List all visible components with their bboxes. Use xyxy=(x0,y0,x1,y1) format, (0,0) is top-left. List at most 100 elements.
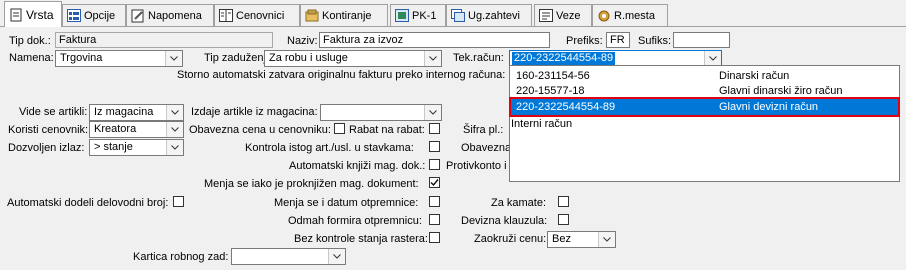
kontrola-label: Kontrola istog art./usl. u stavkama: xyxy=(245,142,414,154)
protivkonto-label: Protivkonto i xyxy=(446,160,507,172)
naziv-field[interactable]: Faktura za izvoz xyxy=(319,32,550,48)
namena-combo[interactable]: Trgovina xyxy=(55,50,183,67)
tab-label: Napomena xyxy=(148,9,202,22)
za-kamate-label: Za kamate: xyxy=(491,197,547,209)
tek-racun-dropdown[interactable]: 160-231154-56 Dinarski račun 220-15577-1… xyxy=(509,65,900,182)
namena-label: Namena: xyxy=(9,52,54,64)
dozvoljen-izlaz-label: Dozvoljen izlaz: xyxy=(8,142,85,154)
tab-divider xyxy=(0,26,906,27)
chevron-down-icon[interactable] xyxy=(166,105,183,120)
odmah-formira-label: Odmah formira otpremnicu: xyxy=(288,215,422,227)
kartica-label: Kartica robnog zad: xyxy=(133,251,229,263)
menja-proknjizen-checkbox[interactable] xyxy=(429,177,440,188)
automatski-knjizi-label: Automatski knjiži mag. dok.: xyxy=(289,160,426,172)
chevron-down-icon[interactable] xyxy=(424,105,441,120)
storno-label: Storno automatski zatvara originalnu fak… xyxy=(177,69,506,81)
izdaje-artikle-label: Izdaje artikle iz magacina: xyxy=(191,106,318,118)
tab-label: Veze xyxy=(556,9,581,22)
tab-opcije[interactable]: Opcije xyxy=(62,4,126,26)
koristi-cenovnik-value: Kreatora xyxy=(94,123,137,135)
za-kamate-checkbox[interactable] xyxy=(558,196,569,207)
menja-proknjizen-label: Menja se iako je proknjižen mag. dokumen… xyxy=(204,178,419,190)
tab-kontiranje[interactable]: Kontiranje xyxy=(300,4,388,26)
namena-value: Trgovina xyxy=(60,52,103,64)
selection-highlight-outline xyxy=(509,97,900,117)
price-list-icon xyxy=(219,9,233,23)
menja-datum-label: Menja se i datum otpremnice: xyxy=(274,197,419,209)
odmah-formira-checkbox[interactable] xyxy=(429,214,440,225)
tip-zaduzenja-value: Za robu i usluge xyxy=(269,52,348,64)
sifra-label: Šifra pl.: xyxy=(463,124,504,136)
tab-label: PK-1 xyxy=(412,9,437,22)
vide-se-artikli-label: Vide se artikli: xyxy=(19,106,88,118)
document-icon xyxy=(9,8,23,22)
obavezna-label: Obavezna xyxy=(461,142,512,154)
kontrola-checkbox[interactable] xyxy=(429,141,440,152)
tip-dok-field: Faktura xyxy=(55,32,273,48)
tab-label: Ug.zahtevi xyxy=(468,9,520,22)
chevron-down-icon[interactable] xyxy=(328,249,345,264)
tab-ug-zahtevi[interactable]: Ug.zahtevi xyxy=(446,4,532,26)
zaokruzi-value: Bez xyxy=(552,233,571,245)
vide-se-artikli-value: Iz magacina xyxy=(94,106,154,118)
options-grid-icon xyxy=(67,9,81,23)
obavezna-cena-label: Obavezna cena u cenovniku: xyxy=(189,124,331,136)
auto-delovodni-checkbox[interactable] xyxy=(173,196,184,207)
sufiks-label: Sufiks: xyxy=(638,35,672,47)
prefiks-label: Prefiks: xyxy=(566,35,603,47)
cost-center-icon xyxy=(597,9,611,23)
pk1-icon xyxy=(395,9,409,23)
koristi-cenovnik-label: Koristi cenovnik: xyxy=(8,124,89,136)
tab-label: Opcije xyxy=(84,9,116,22)
tab-label: Cenovnici xyxy=(236,9,285,22)
auto-delovodni-label: Automatski dodeli delovodni broj: xyxy=(7,197,169,209)
dropdown-item[interactable]: Interni račun xyxy=(510,116,899,133)
dropdown-item-account: Interni račun xyxy=(511,118,573,130)
requirements-icon xyxy=(451,9,465,23)
vide-se-artikli-combo[interactable]: Iz magacina xyxy=(89,104,184,121)
accounting-icon xyxy=(305,9,319,23)
automatski-knjizi-checkbox[interactable] xyxy=(429,159,440,170)
dozvoljen-izlaz-combo[interactable]: > stanje xyxy=(89,139,184,156)
devizna-klauzula-checkbox[interactable] xyxy=(558,214,569,225)
zaokruzi-combo[interactable]: Bez xyxy=(547,231,616,248)
links-icon xyxy=(539,9,553,23)
tab-r-mesta[interactable]: R.mesta xyxy=(592,4,668,26)
devizna-klauzula-label: Devizna klauzula: xyxy=(461,215,548,227)
tip-zaduzenja-combo[interactable]: Za robu i usluge xyxy=(264,50,442,67)
obavezna-cena-checkbox[interactable] xyxy=(334,123,345,134)
tab-strip: Vrsta Opcije Napomena Cenovnici Kontiran… xyxy=(0,0,906,27)
zaokruzi-label: Zaokruži cenu: xyxy=(474,233,547,245)
tab-label: Kontiranje xyxy=(322,9,372,22)
sufiks-field[interactable] xyxy=(673,32,730,48)
naziv-label: Naziv: xyxy=(287,35,318,47)
chevron-down-icon[interactable] xyxy=(165,51,182,66)
bez-kontrole-checkbox[interactable] xyxy=(429,232,440,243)
checkmark-icon xyxy=(430,179,439,187)
tab-label: R.mesta xyxy=(614,9,655,22)
tek-racun-value: 220-2322544554-89 xyxy=(512,52,616,65)
koristi-cenovnik-combo[interactable]: Kreatora xyxy=(89,121,184,138)
chevron-down-icon[interactable] xyxy=(598,232,615,247)
tab-cenovnici[interactable]: Cenovnici xyxy=(214,4,300,26)
tab-napomena[interactable]: Napomena xyxy=(126,4,214,26)
chevron-down-icon[interactable] xyxy=(166,122,183,137)
rabat-checkbox[interactable] xyxy=(429,123,440,134)
tab-label: Vrsta xyxy=(26,7,54,22)
bez-kontrole-label: Bez kontrole stanja rastera: xyxy=(294,233,428,245)
rabat-label: Rabat na rabat: xyxy=(349,124,425,136)
kartica-combo[interactable] xyxy=(231,248,346,265)
note-icon xyxy=(131,9,145,23)
prefiks-field[interactable]: FR xyxy=(606,32,630,48)
chevron-down-icon[interactable] xyxy=(424,51,441,66)
tab-pk1[interactable]: PK-1 xyxy=(390,4,446,26)
chevron-down-icon[interactable] xyxy=(166,140,183,155)
tab-veze[interactable]: Veze xyxy=(534,4,592,26)
dozvoljen-izlaz-value: > stanje xyxy=(94,141,133,153)
tip-dok-label: Tip dok.: xyxy=(9,35,51,47)
menja-datum-checkbox[interactable] xyxy=(429,196,440,207)
tek-racun-label: Tek.račun: xyxy=(453,52,504,64)
chevron-down-icon[interactable] xyxy=(704,51,721,66)
izdaje-artikle-combo[interactable] xyxy=(320,104,442,121)
tab-vrsta[interactable]: Vrsta xyxy=(4,1,62,27)
